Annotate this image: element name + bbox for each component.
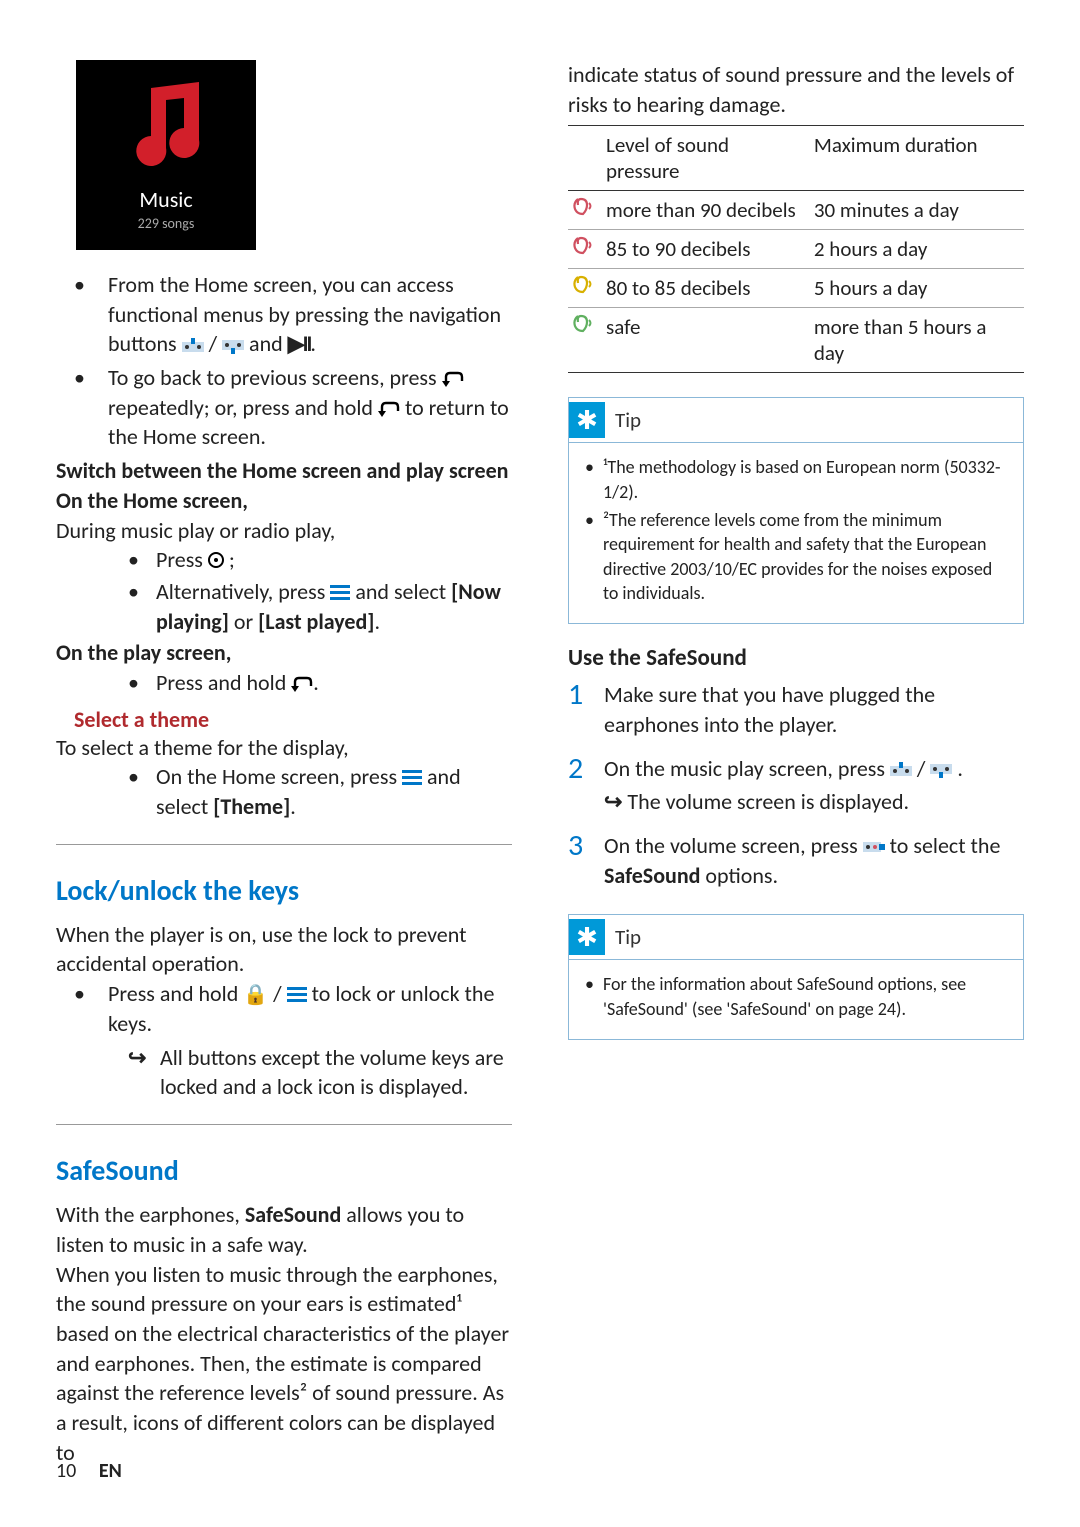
music-tile-label: Music (139, 186, 192, 213)
step-text: On the music play screen, press / . (604, 755, 963, 782)
right-column: indicate status of sound pressure and th… (568, 60, 1024, 1467)
tip-item: ¹The methodology is based on European no… (585, 455, 1007, 504)
dpad-up-icon (890, 762, 912, 778)
tip-item: For the information about SafeSound opti… (585, 972, 1007, 1021)
text: and select (355, 578, 451, 605)
lock-result: All buttons except the volume keys are l… (128, 1043, 512, 1102)
menu-icon (287, 987, 307, 1003)
back-icon (378, 401, 400, 419)
cell-level: 85 to 90 decibels (602, 230, 810, 269)
cell-duration: 5 hours a day (810, 269, 1024, 308)
dpad-down-icon (222, 338, 244, 354)
select-theme-heading: Select a theme (74, 706, 512, 733)
tip-box-2: ✱ Tip For the information about SafeSoun… (568, 914, 1024, 1040)
last-played-label: [Last played] (258, 608, 374, 635)
bullet-go-back: To go back to previous screens, press re… (74, 363, 512, 452)
tip-item: ²The reference levels come from the mini… (585, 508, 1007, 605)
lock-icon: 🔒 (243, 983, 268, 1007)
on-home-label: On the Home screen, (56, 486, 512, 516)
cell-level: more than 90 decibels (602, 191, 810, 230)
text: ; (229, 546, 235, 573)
text: or (234, 608, 253, 635)
tip-star-icon: ✱ (569, 919, 605, 955)
bullet-alt-press: Alternatively, press and select [Now pla… (128, 577, 512, 636)
ear-icon (572, 197, 594, 217)
tip-label: Tip (615, 924, 641, 950)
use-safesound-heading: Use the SafeSound (568, 644, 1024, 672)
tip-star-icon: ✱ (569, 402, 605, 438)
menu-icon (330, 585, 350, 601)
step-number: 3 (568, 831, 590, 890)
ear-icon (572, 314, 594, 334)
left-column: Music 229 songs From the Home screen, yo… (56, 60, 512, 1467)
music-tile: Music 229 songs (76, 60, 256, 250)
table-header-level: Level of sound pressure (602, 126, 810, 191)
safesound-p1: With the earphones, SafeSound allows you… (56, 1200, 512, 1259)
table-row: safemore than 5 hours a day (568, 308, 1024, 373)
switch-heading: Switch between the Home screen and play … (56, 456, 512, 486)
safesound-heading: SafeSound (56, 1124, 512, 1188)
step-number: 1 (568, 680, 590, 739)
ear-icon (572, 236, 594, 256)
step-text: On the volume screen, press to select th… (604, 832, 1000, 889)
text: On the Home screen, press (156, 763, 402, 790)
back-icon (291, 676, 313, 694)
step-text: Make sure that you have plugged the earp… (604, 681, 935, 738)
table-row: 85 to 90 decibels2 hours a day (568, 230, 1024, 269)
table-header-duration: Maximum duration (810, 126, 1024, 191)
during-text: During music play or radio play, (56, 516, 512, 546)
step-item: 1Make sure that you have plugged the ear… (568, 680, 1024, 739)
table-row: 80 to 85 decibels5 hours a day (568, 269, 1024, 308)
ear-icon (572, 275, 594, 295)
music-tile-sub: 229 songs (138, 215, 195, 232)
text: Press (156, 546, 208, 573)
text: With the earphones, (56, 1201, 245, 1228)
bullet-theme-step: On the Home screen, press and select [Th… (128, 762, 512, 821)
page-footer: 10 EN (56, 1459, 122, 1483)
step-number: 2 (568, 754, 590, 817)
tip-box-1: ✱ Tip ¹The methodology is based on Europ… (568, 397, 1024, 624)
step-sub: The volume screen is displayed. (604, 787, 963, 817)
select-theme-intro: To select a theme for the display, (56, 733, 512, 763)
cell-level: 80 to 85 decibels (602, 269, 810, 308)
step-item: 2 On the music play screen, press / . The … (568, 754, 1024, 817)
dpad-up-icon (182, 338, 204, 354)
cell-level: safe (602, 308, 810, 373)
music-note-icon (121, 78, 211, 168)
cell-duration: more than 5 hours a day (810, 308, 1024, 373)
text: repeatedly; or, press and hold (108, 394, 378, 421)
page-number: 10 (56, 1459, 76, 1483)
bullet-lock-step: Press and hold 🔒 / to lock or unlock the… (74, 979, 512, 1039)
theme-label: [Theme] (213, 793, 290, 820)
bullet-press-target: Press ; (128, 545, 512, 575)
text: Press and hold (108, 980, 243, 1007)
back-icon (442, 371, 464, 389)
safesound-bold: SafeSound (245, 1201, 341, 1228)
safesound-p2: When you listen to music through the ear… (56, 1260, 512, 1468)
dpad-right-icon (863, 840, 885, 856)
bullet-home-access: From the Home screen, you can access fun… (74, 270, 512, 359)
play-pause-icon: ▶II (288, 330, 311, 357)
dpad-down-icon (930, 762, 952, 778)
page-lang: EN (99, 1459, 122, 1483)
text: Alternatively, press (156, 578, 330, 605)
cell-duration: 2 hours a day (810, 230, 1024, 269)
bullet-press-hold-back: Press and hold . (128, 668, 512, 698)
table-row: more than 90 decibels30 minutes a day (568, 191, 1024, 230)
menu-icon (402, 770, 422, 786)
cell-duration: 30 minutes a day (810, 191, 1024, 230)
text: and (249, 330, 288, 357)
on-play-label: On the play screen, (56, 638, 512, 668)
lock-intro: When the player is on, use the lock to p… (56, 920, 512, 979)
tip-label: Tip (615, 407, 641, 433)
safesound-cont: indicate status of sound pressure and th… (568, 60, 1024, 119)
text: To go back to previous screens, press (108, 364, 442, 391)
target-icon (208, 552, 224, 568)
sound-table: Level of sound pressure Maximum duration… (568, 125, 1024, 373)
lock-heading: Lock/unlock the keys (56, 844, 512, 908)
step-item: 3On the volume screen, press to select t… (568, 831, 1024, 890)
text: Press and hold (156, 669, 291, 696)
